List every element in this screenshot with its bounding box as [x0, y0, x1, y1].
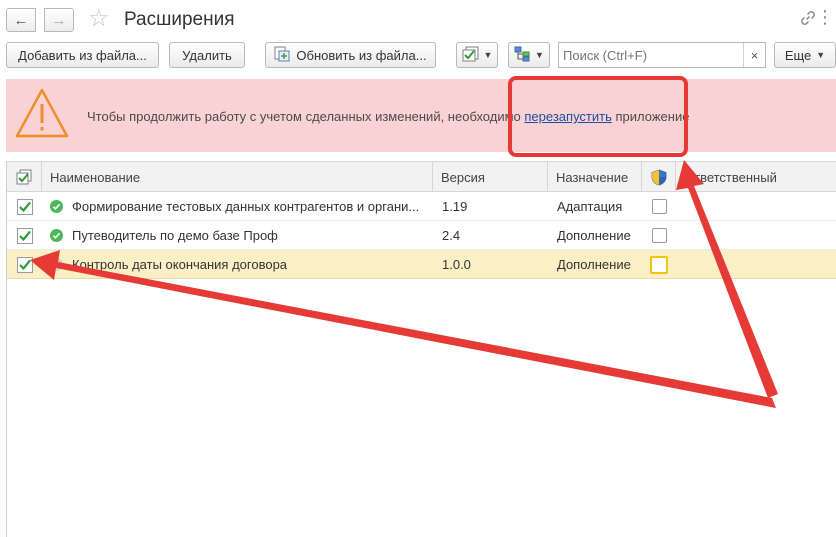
chevron-down-icon: ▼	[816, 50, 826, 60]
column-header-purpose[interactable]: Назначение	[548, 162, 642, 192]
restart-link[interactable]: перезапустить	[524, 109, 611, 124]
header-check-column[interactable]	[7, 162, 42, 192]
more-button[interactable]: Еще ▼	[774, 42, 836, 68]
extension-purpose: Дополнение	[557, 257, 631, 272]
row-name-cell: Контроль даты окончания договора	[50, 250, 433, 279]
chain-link-icon	[801, 11, 815, 25]
table-row-selected[interactable]: Контроль даты окончания договора 1.0.0 Д…	[7, 250, 836, 279]
column-header-name[interactable]: Наименование	[42, 162, 433, 192]
chevron-down-icon: ▼	[483, 50, 493, 60]
extension-version: 1.0.0	[442, 257, 471, 272]
forward-button[interactable]: →	[44, 8, 74, 32]
more-label: Еще	[784, 47, 812, 63]
extension-name: Формирование тестовых данных контрагенто…	[72, 199, 420, 214]
window-header: ← → ☆ Расширения ⋮	[0, 0, 836, 40]
safe-mode-checkbox[interactable]	[650, 250, 674, 279]
banner-text-before: Чтобы продолжить работу с учетом сделанн…	[87, 109, 525, 124]
checkbox-checked-icon	[17, 256, 33, 273]
checkbox-empty-icon	[652, 199, 667, 214]
arrow-left-icon: ←	[13, 11, 29, 29]
update-from-file-button[interactable]: Обновить из файла...	[265, 42, 436, 68]
checklist-icon	[16, 169, 32, 185]
table-row[interactable]: Формирование тестовых данных контрагенто…	[7, 192, 836, 221]
command-bar: Добавить из файла... Удалить Обновить из…	[0, 42, 836, 70]
status-ok-icon	[50, 200, 63, 213]
structure-dropdown-button[interactable]: ▼	[508, 42, 550, 68]
active-checkbox[interactable]	[17, 192, 37, 221]
checkbox-checked-icon	[17, 227, 33, 244]
extensions-table: Наименование Версия Назначение Ответстве…	[6, 161, 836, 537]
extension-purpose: Адаптация	[557, 199, 623, 214]
warning-triangle-icon	[15, 88, 69, 138]
page-title: Расширения	[124, 9, 235, 30]
column-header-version[interactable]: Версия	[433, 162, 548, 192]
search-box: ×	[558, 42, 766, 68]
extension-version: 1.19	[442, 199, 468, 214]
delete-button[interactable]: Удалить	[169, 42, 245, 68]
favorite-star-icon[interactable]: ☆	[88, 5, 110, 33]
column-header-safe-mode[interactable]	[642, 162, 676, 192]
table-header: Наименование Версия Назначение Ответстве…	[7, 161, 836, 192]
checklist-icon	[462, 46, 479, 65]
shield-icon	[651, 169, 667, 185]
back-button[interactable]: ←	[6, 8, 36, 32]
link-icon[interactable]	[800, 10, 816, 31]
extension-name: Контроль даты окончания договора	[72, 257, 288, 272]
checkbox-checked-icon	[17, 198, 33, 215]
extension-name: Путеводитель по демо базе Проф	[72, 228, 278, 243]
chevron-down-icon: ▼	[535, 50, 544, 60]
status-ok-icon	[50, 229, 63, 242]
status-inactive-icon	[50, 258, 63, 271]
table-row[interactable]: Путеводитель по демо базе Проф 2.4 Допол…	[7, 221, 836, 250]
checkbox-empty-icon	[650, 255, 668, 274]
extension-purpose: Дополнение	[557, 228, 631, 243]
add-from-file-label: Добавить из файла...	[18, 47, 147, 63]
extension-version: 2.4	[442, 228, 461, 243]
add-from-file-button[interactable]: Добавить из файла...	[6, 42, 159, 68]
search-clear-button[interactable]: ×	[743, 43, 765, 67]
active-checkbox[interactable]	[17, 221, 37, 250]
row-name-cell: Формирование тестовых данных контрагенто…	[50, 192, 433, 221]
search-input[interactable]	[559, 44, 739, 66]
arrow-right-icon: →	[51, 11, 67, 29]
update-from-file-label: Обновить из файла...	[296, 47, 427, 63]
hierarchy-icon	[514, 46, 530, 65]
update-file-icon	[274, 46, 290, 65]
active-checkbox[interactable]	[17, 250, 37, 279]
delete-label: Удалить	[182, 47, 232, 63]
restart-warning-banner: Чтобы продолжить работу с учетом сделанн…	[6, 79, 836, 152]
checkbox-empty-icon	[652, 228, 667, 243]
column-header-responsible[interactable]: Ответственный	[676, 162, 836, 192]
row-name-cell: Путеводитель по демо базе Проф	[50, 221, 433, 250]
safe-mode-checkbox[interactable]	[652, 192, 672, 221]
banner-text-after: приложение	[611, 109, 690, 124]
check-all-dropdown-button[interactable]: ▼	[456, 42, 498, 68]
more-options-icon[interactable]: ⋮	[816, 8, 834, 26]
banner-message: Чтобы продолжить работу с учетом сделанн…	[87, 109, 689, 124]
safe-mode-checkbox[interactable]	[652, 221, 672, 250]
